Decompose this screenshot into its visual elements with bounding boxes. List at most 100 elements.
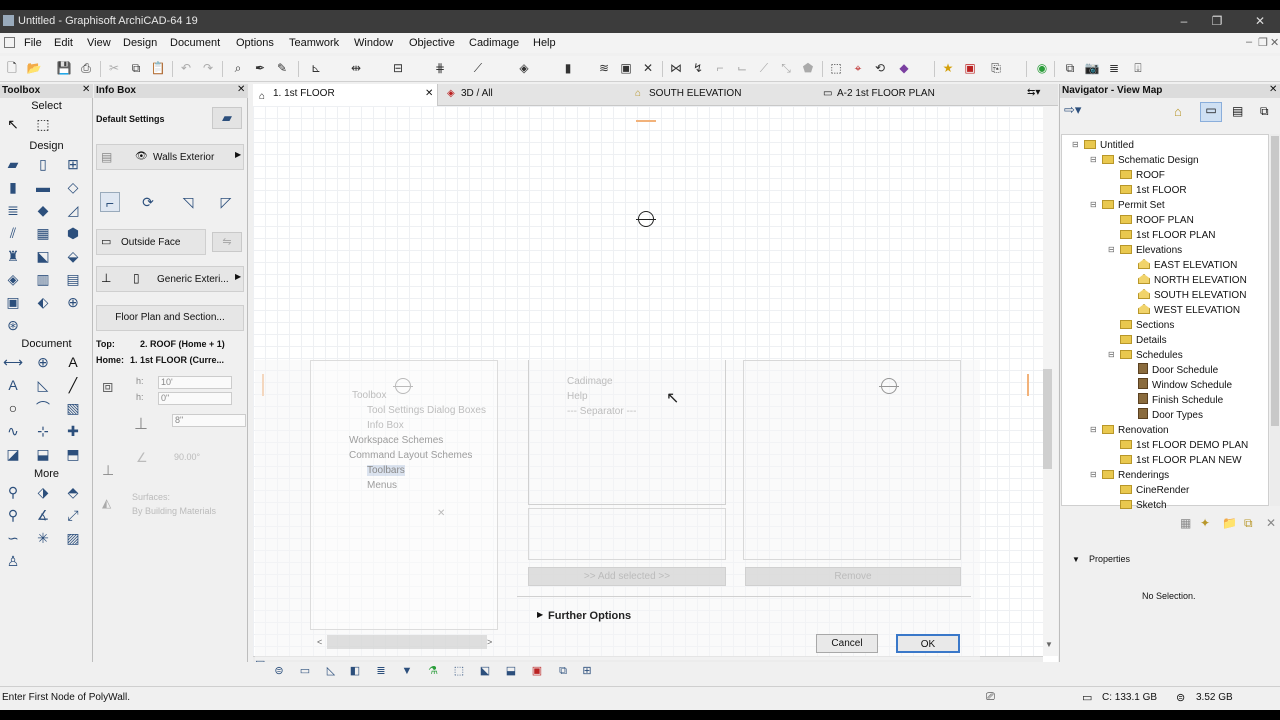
reference-line-row[interactable]: ▭ Outside Face <box>96 229 206 255</box>
resize-icon[interactable]: ⤡ <box>778 60 794 76</box>
zone-tool-icon[interactable]: ⬕ <box>33 246 53 266</box>
angle-value[interactable]: 90.00° <box>174 452 200 462</box>
scrollbar-thumb[interactable] <box>1043 369 1052 469</box>
tree-expander-icon[interactable]: ⊟ <box>1108 245 1115 254</box>
layout-book-icon[interactable]: ≣ <box>1106 60 1122 76</box>
clone-icon[interactable]: ⧉ <box>1244 516 1253 531</box>
mdi-restore-icon[interactable]: ❐ <box>1258 36 1268 49</box>
tree-node[interactable]: Door Schedule <box>1138 363 1218 378</box>
worksheet-tool-icon[interactable]: ◪ <box>3 444 23 464</box>
dimension-tool-icon[interactable]: ⟷ <box>3 352 23 372</box>
offset-input[interactable]: 0" <box>158 392 232 405</box>
sun-tool-icon[interactable]: ✳ <box>33 528 53 548</box>
menu-window[interactable]: Window <box>354 37 393 49</box>
mdi-close-icon[interactable]: ✕ <box>1270 36 1279 49</box>
new-view-icon[interactable]: ✦ <box>1200 516 1210 530</box>
publish-icon[interactable]: ⎘ <box>988 60 1004 76</box>
explode-icon[interactable]: ⬟ <box>800 60 816 76</box>
curved-wall-icon[interactable]: ⟳ <box>138 192 158 212</box>
settings-dialog-icon[interactable]: ▰ <box>212 107 242 129</box>
menu-design[interactable]: Design <box>123 37 157 49</box>
3d-window-icon[interactable]: ⬚ <box>828 60 844 76</box>
slab-tool-icon[interactable]: ◇ <box>63 177 83 197</box>
tree-node[interactable]: Details <box>1120 333 1167 348</box>
undo-icon[interactable]: ↶ <box>178 60 194 76</box>
roof-tool-icon[interactable]: ◆ <box>33 200 53 220</box>
tree-node[interactable]: Sections <box>1120 318 1174 333</box>
marquee-icon[interactable]: ⌖ <box>850 60 866 76</box>
tree-node[interactable]: SOUTH ELEVATION <box>1138 288 1246 303</box>
section-tool-icon[interactable]: ⬖ <box>33 292 53 312</box>
menu-edit[interactable]: Edit <box>54 37 73 49</box>
photo-render-icon[interactable]: ▣ <box>962 60 978 76</box>
home-value[interactable]: 1. 1st FLOOR (Curre... <box>130 355 224 365</box>
tree-node[interactable]: 1st FLOOR DEMO PLAN <box>1120 438 1248 453</box>
adjust-icon[interactable]: ⋈ <box>668 60 684 76</box>
tree-node[interactable]: CineRender <box>1120 483 1189 498</box>
menu-view[interactable]: View <box>87 37 111 49</box>
wall-end-icon[interactable]: ▣ <box>3 292 23 312</box>
3d-section-icon[interactable]: ⟲ <box>872 60 888 76</box>
trim-icon[interactable]: ⟋ <box>470 60 486 76</box>
tab-close-icon[interactable]: ✕ <box>425 84 433 104</box>
further-options-label[interactable]: Further Options <box>548 610 631 622</box>
tree-item-toolbars[interactable]: Toolbars <box>367 465 405 476</box>
maximize-icon[interactable]: ❐ <box>1209 13 1225 29</box>
tree-expander-icon[interactable]: ⊟ <box>1090 425 1097 434</box>
paste-icon[interactable]: 📋 <box>150 60 166 76</box>
plan-view-icon[interactable]: ⬓ <box>504 664 518 678</box>
properties-collapse-icon[interactable]: ▼ <box>1072 555 1080 564</box>
tab-1st-floor[interactable]: ⌂ 1. 1st FLOOR ✕ <box>253 84 438 106</box>
pen-set-icon[interactable]: ▭ <box>298 664 312 678</box>
level-dimension-icon[interactable]: ⊕ <box>33 352 53 372</box>
thickness-input[interactable]: 8" <box>172 414 246 427</box>
wall-tool-icon[interactable]: ▰ <box>3 154 23 174</box>
straight-wall-icon[interactable]: ⌐ <box>100 192 120 212</box>
radial-dim-icon[interactable]: ⬘ <box>63 482 83 502</box>
tree-node[interactable]: Sketch <box>1120 498 1167 513</box>
stair-tool-icon[interactable]: ≣ <box>3 200 23 220</box>
renovation-icon[interactable]: ≣ <box>374 664 388 678</box>
override-rule-icon[interactable]: ▣ <box>530 664 544 678</box>
monitor-icon[interactable]: ⎚ <box>986 691 995 704</box>
close-icon[interactable]: ✕ <box>1252 13 1268 29</box>
tab-3d[interactable]: ◈ 3D / All <box>441 84 626 106</box>
arrow-tool-icon[interactable]: ↖ <box>3 114 23 134</box>
add-selected-button[interactable]: >> Add selected >> <box>528 567 726 586</box>
lamp-tool-icon[interactable]: ◈ <box>3 269 23 289</box>
favorites-row[interactable]: ▤ 👁 Walls Exterior ▶ <box>96 144 244 170</box>
menu-item-help[interactable]: Help <box>567 391 588 402</box>
railing-tool-icon[interactable]: ⫽ <box>3 223 23 243</box>
marquee-tool-icon[interactable]: ⬚ <box>33 114 53 134</box>
spline-tool-icon[interactable]: ∿ <box>3 421 23 441</box>
navigator-close-icon[interactable]: ✕ <box>1269 84 1277 95</box>
grid-snap-icon[interactable]: ⋕ <box>432 60 448 76</box>
tree-node[interactable]: Window Schedule <box>1138 378 1232 393</box>
project-map-icon[interactable]: ⌂ <box>1174 104 1182 119</box>
partial-structure-icon[interactable]: ▣ <box>618 60 634 76</box>
guide-lines-icon[interactable]: ⊾ <box>308 60 324 76</box>
window-tool-icon[interactable]: ⊞ <box>63 154 83 174</box>
gravity-icon[interactable]: ⊟ <box>390 60 406 76</box>
fillet-icon[interactable]: ⌐ <box>712 60 728 76</box>
arc-tool-icon[interactable]: ○ <box>3 398 23 418</box>
offset-icon[interactable]: ⌙ <box>734 60 750 76</box>
layers-icon[interactable]: ◈ <box>516 60 532 76</box>
snap-guides-icon[interactable]: ⇹ <box>348 60 364 76</box>
tree-node[interactable]: ROOF PLAN <box>1120 213 1194 228</box>
tree-item-menus[interactable]: Menus <box>367 480 397 491</box>
pen-icon[interactable]: ▮ <box>560 60 576 76</box>
tree-node[interactable]: NORTH ELEVATION <box>1138 273 1247 288</box>
copy-icon[interactable]: ⧉ <box>128 60 144 76</box>
tree-item-command-layout[interactable]: Command Layout Schemes <box>349 450 472 461</box>
layer-icon[interactable]: ⊜ <box>272 664 286 678</box>
tree-node[interactable]: Renovation <box>1102 423 1169 438</box>
tree-item-tool-settings[interactable]: Tool Settings Dialog Boxes <box>367 405 486 416</box>
mdi-minimize-icon[interactable]: – <box>1246 36 1252 48</box>
tree-node[interactable]: WEST ELEVATION <box>1138 303 1240 318</box>
hotspot-tool-icon[interactable]: ⊹ <box>33 421 53 441</box>
tab-menu-icon[interactable]: ⇆▾ <box>1027 87 1040 98</box>
detail-tool-icon[interactable]: ⊕ <box>63 292 83 312</box>
skylight-tool-icon[interactable]: ▥ <box>33 269 53 289</box>
info-box-close-icon[interactable]: ✕ <box>237 84 245 95</box>
